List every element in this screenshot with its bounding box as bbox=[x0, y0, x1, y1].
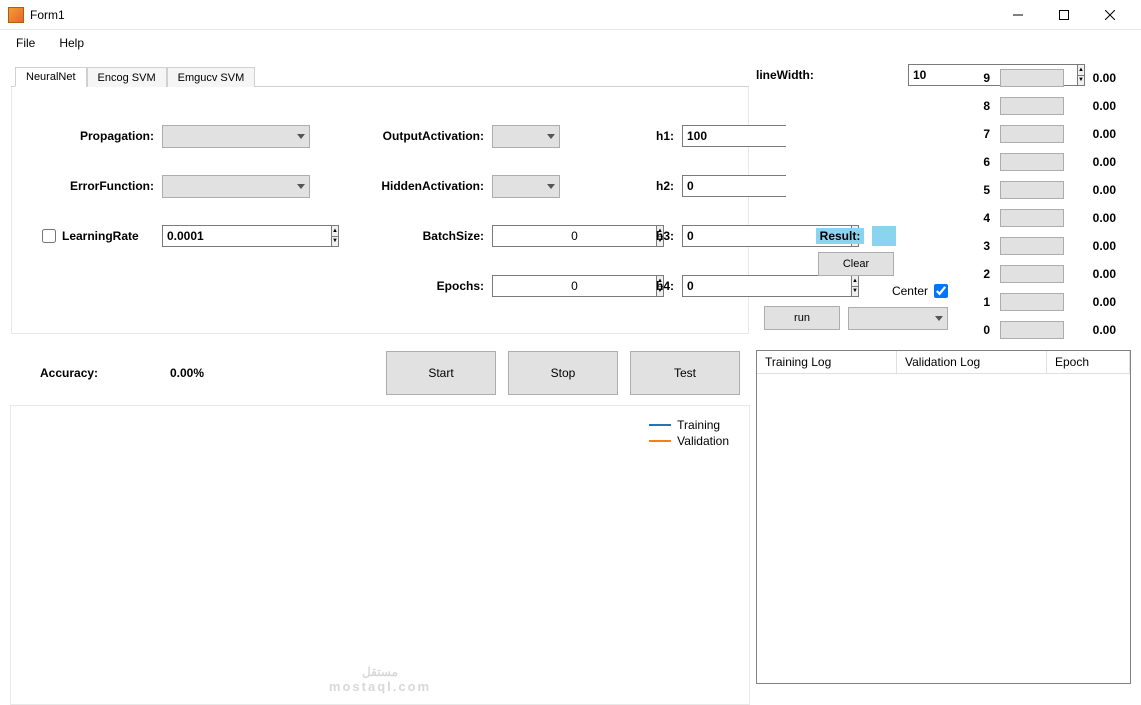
up-icon[interactable]: ▲ bbox=[332, 226, 338, 237]
titlebar: Form1 bbox=[0, 0, 1141, 30]
h4-label: h4: bbox=[632, 279, 682, 293]
run-combo[interactable] bbox=[848, 307, 948, 330]
h4-spinner[interactable]: ▲▼ bbox=[682, 275, 767, 297]
digit-7-label: 7 bbox=[964, 127, 994, 141]
tab-neuralnet[interactable]: NeuralNet bbox=[15, 67, 87, 87]
digit-3-label: 3 bbox=[964, 239, 994, 253]
batchsize-label: BatchSize: bbox=[352, 229, 492, 243]
h2-spinner[interactable]: ▲▼ bbox=[682, 175, 767, 197]
learningrate-checkbox[interactable] bbox=[42, 229, 56, 243]
result-value bbox=[872, 226, 896, 246]
digit-2-label: 2 bbox=[964, 267, 994, 281]
digit-5-bar bbox=[1000, 181, 1064, 199]
digit-2-value: 0.00 bbox=[1070, 267, 1116, 281]
digit-7-value: 0.00 bbox=[1070, 127, 1116, 141]
log-col-training[interactable]: Training Log bbox=[757, 351, 897, 373]
menu-file[interactable]: File bbox=[6, 33, 45, 53]
legend-training: Training bbox=[677, 418, 720, 432]
digit-9-value: 0.00 bbox=[1070, 71, 1116, 85]
digit-3-bar bbox=[1000, 237, 1064, 255]
run-button[interactable]: run bbox=[764, 306, 840, 330]
digit-8-label: 8 bbox=[964, 99, 994, 113]
tab-control: NeuralNet Encog SVM Emgucv SVM Propagati… bbox=[10, 64, 750, 335]
h2-label: h2: bbox=[632, 179, 682, 193]
digit-2-bar bbox=[1000, 265, 1064, 283]
result-label: Result: bbox=[816, 228, 865, 244]
linewidth-spinner[interactable]: ▲▼ bbox=[908, 64, 956, 86]
h1-label: h1: bbox=[632, 129, 682, 143]
log-col-epoch[interactable]: Epoch bbox=[1047, 351, 1130, 373]
digit-1-value: 0.00 bbox=[1070, 295, 1116, 309]
legend-validation: Validation bbox=[677, 434, 729, 448]
digit-3-value: 0.00 bbox=[1070, 239, 1116, 253]
tab-emgucv-svm[interactable]: Emgucv SVM bbox=[167, 67, 256, 87]
menu-help[interactable]: Help bbox=[49, 33, 94, 53]
digit-1-label: 1 bbox=[964, 295, 994, 309]
hiddenactivation-combo[interactable] bbox=[492, 175, 560, 198]
digit-8-bar bbox=[1000, 97, 1064, 115]
tab-encog-svm[interactable]: Encog SVM bbox=[87, 67, 167, 87]
errorfunction-combo[interactable] bbox=[162, 175, 310, 198]
stop-button[interactable]: Stop bbox=[508, 351, 618, 395]
digit-5-value: 0.00 bbox=[1070, 183, 1116, 197]
propagation-combo[interactable] bbox=[162, 125, 310, 148]
errorfunction-label: ErrorFunction: bbox=[42, 179, 162, 193]
drawing-canvas[interactable] bbox=[786, 90, 926, 218]
digit-8-value: 0.00 bbox=[1070, 99, 1116, 113]
learningrate-spinner[interactable]: ▲▼ bbox=[162, 225, 312, 247]
minimize-button[interactable] bbox=[995, 0, 1041, 30]
digit-4-label: 4 bbox=[964, 211, 994, 225]
watermark: مستقل mostaql.com bbox=[329, 665, 431, 694]
digit-6-value: 0.00 bbox=[1070, 155, 1116, 169]
clear-button[interactable]: Clear bbox=[818, 252, 894, 276]
digit-5-label: 5 bbox=[964, 183, 994, 197]
digit-6-label: 6 bbox=[964, 155, 994, 169]
window-title: Form1 bbox=[30, 8, 995, 22]
digit-6-bar bbox=[1000, 153, 1064, 171]
outputactivation-combo[interactable] bbox=[492, 125, 560, 148]
digit-9-label: 9 bbox=[964, 71, 994, 85]
close-button[interactable] bbox=[1087, 0, 1133, 30]
outputactivation-label: OutputActivation: bbox=[352, 129, 492, 143]
digit-4-bar bbox=[1000, 209, 1064, 227]
learningrate-label: LearningRate bbox=[42, 229, 162, 243]
digit-0-bar bbox=[1000, 321, 1064, 339]
chart-area: Training Validation مستقل mostaql.com bbox=[10, 405, 750, 705]
epochs-spinner[interactable]: ▲▼ bbox=[492, 275, 560, 297]
tabpage-neuralnet: Propagation: OutputActivation: h1: ▲▼ Er… bbox=[11, 87, 749, 334]
h3-spinner[interactable]: ▲▼ bbox=[682, 225, 767, 247]
epochs-label: Epochs: bbox=[352, 279, 492, 293]
center-label: Center bbox=[892, 284, 928, 298]
app-icon bbox=[8, 7, 24, 23]
h1-spinner[interactable]: ▲▼ bbox=[682, 125, 767, 147]
digit-7-bar bbox=[1000, 125, 1064, 143]
test-button[interactable]: Test bbox=[630, 351, 740, 395]
maximize-button[interactable] bbox=[1041, 0, 1087, 30]
accuracy-value: 0.00% bbox=[170, 366, 290, 380]
digit-1-bar bbox=[1000, 293, 1064, 311]
start-button[interactable]: Start bbox=[386, 351, 496, 395]
digit-9-bar bbox=[1000, 69, 1064, 87]
propagation-label: Propagation: bbox=[42, 129, 162, 143]
digit-outputs: 9 0.00 8 0.00 7 0.00 6 0.00 5 0.00 4 0.00 3 0.0… bbox=[964, 64, 1127, 344]
down-icon[interactable]: ▼ bbox=[332, 237, 338, 247]
linewidth-label: lineWidth: bbox=[756, 68, 898, 82]
digit-0-label: 0 bbox=[964, 323, 994, 337]
batchsize-spinner[interactable]: ▲▼ bbox=[492, 225, 560, 247]
menubar: File Help bbox=[0, 30, 1141, 56]
hiddenactivation-label: HiddenActivation: bbox=[352, 179, 492, 193]
chart-legend: Training Validation bbox=[649, 418, 729, 450]
digit-0-value: 0.00 bbox=[1070, 323, 1116, 337]
accuracy-label: Accuracy: bbox=[40, 366, 140, 380]
log-col-validation[interactable]: Validation Log bbox=[897, 351, 1047, 373]
learningrate-input[interactable] bbox=[162, 225, 331, 247]
center-checkbox[interactable] bbox=[934, 284, 948, 298]
log-table[interactable]: Training Log Validation Log Epoch bbox=[756, 350, 1131, 684]
h3-label: h3: bbox=[632, 229, 682, 243]
digit-4-value: 0.00 bbox=[1070, 211, 1116, 225]
